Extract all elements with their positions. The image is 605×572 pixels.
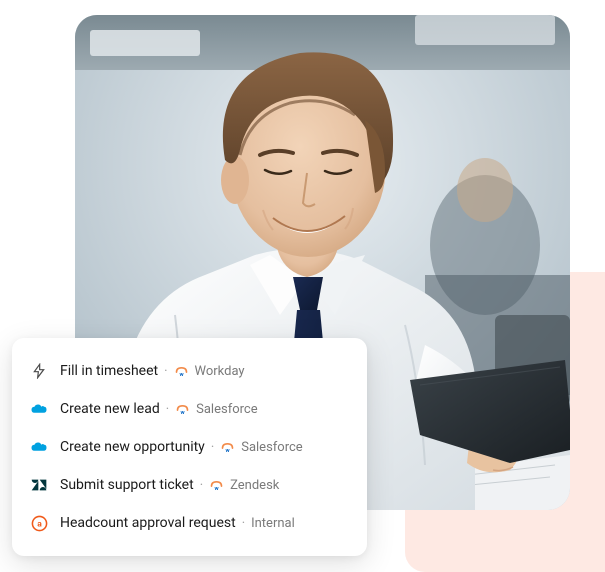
menu-item-label: Create new opportunity bbox=[60, 439, 205, 455]
svg-text:w: w bbox=[179, 371, 184, 377]
menu-item-source: Zendesk bbox=[230, 478, 279, 493]
workday-icon: w bbox=[209, 478, 224, 493]
separator: · bbox=[242, 516, 245, 531]
menu-item-label: Submit support ticket bbox=[60, 477, 194, 493]
lightning-icon bbox=[30, 362, 48, 380]
separator: · bbox=[164, 364, 167, 379]
svg-text:w: w bbox=[215, 485, 220, 491]
menu-item-source: Salesforce bbox=[196, 402, 257, 417]
workday-icon: w bbox=[175, 402, 190, 417]
menu-item-source: Internal bbox=[251, 516, 295, 531]
separator: · bbox=[200, 478, 203, 493]
svg-text:w: w bbox=[181, 409, 186, 415]
svg-text:a: a bbox=[37, 519, 42, 529]
separator: · bbox=[211, 440, 214, 455]
menu-item-new-lead[interactable]: Create new lead · w Salesforce bbox=[12, 390, 367, 428]
menu-item-source: Workday bbox=[195, 364, 245, 379]
zendesk-icon bbox=[30, 476, 48, 494]
svg-text:w: w bbox=[226, 447, 231, 453]
menu-item-new-opportunity[interactable]: Create new opportunity · w Salesforce bbox=[12, 428, 367, 466]
workday-icon: w bbox=[220, 440, 235, 455]
circle-a-icon: a bbox=[30, 514, 48, 532]
menu-item-timesheet[interactable]: Fill in timesheet · w Workday bbox=[12, 352, 367, 390]
menu-item-support-ticket[interactable]: Submit support ticket · w Zendesk bbox=[12, 466, 367, 504]
salesforce-cloud-icon bbox=[30, 400, 48, 418]
salesforce-cloud-icon bbox=[30, 438, 48, 456]
menu-item-label: Fill in timesheet bbox=[60, 363, 158, 379]
menu-item-source: Salesforce bbox=[241, 440, 302, 455]
menu-item-label: Headcount approval request bbox=[60, 515, 236, 531]
action-menu: Fill in timesheet · w Workday Create new… bbox=[12, 338, 367, 556]
menu-item-label: Create new lead bbox=[60, 401, 160, 417]
menu-item-headcount-approval[interactable]: a Headcount approval request · Internal bbox=[12, 504, 367, 542]
separator: · bbox=[166, 402, 169, 417]
workday-icon: w bbox=[174, 364, 189, 379]
